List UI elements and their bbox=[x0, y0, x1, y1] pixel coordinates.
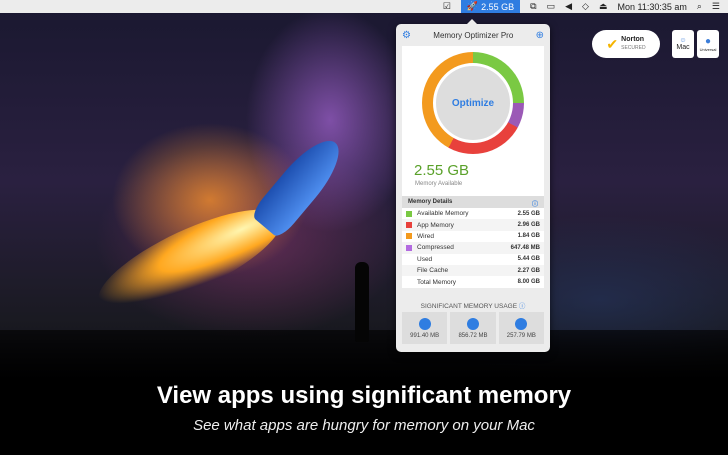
universal-label: Universal bbox=[699, 47, 717, 52]
caption-subtitle: See what apps are hungry for memory on y… bbox=[193, 417, 535, 434]
memory-detail-row: Compressed 647.48 MB bbox=[402, 242, 544, 254]
secured-label: SECURED bbox=[621, 45, 646, 51]
memory-detail-row: Used 5.44 GB bbox=[402, 254, 544, 265]
safari-icon bbox=[418, 317, 431, 330]
color-swatch bbox=[406, 233, 412, 240]
memory-detail-row: Wired 1.84 GB bbox=[402, 231, 544, 242]
windows-icon[interactable]: ⧉ bbox=[530, 1, 536, 12]
download-icon[interactable]: ⊕ bbox=[536, 30, 544, 41]
list-icon[interactable]: ☰ bbox=[712, 1, 720, 12]
finder-icon: ☺ bbox=[679, 37, 687, 44]
detail-value: 2.55 GB bbox=[517, 210, 540, 217]
panel-title: Memory Optimizer Pro bbox=[433, 30, 514, 40]
color-swatch bbox=[406, 222, 412, 229]
norton-badge: ✔ Norton SECURED bbox=[592, 30, 660, 58]
clock[interactable]: Mon 11:30:35 am bbox=[617, 2, 686, 12]
airplay-icon[interactable]: ▭ bbox=[547, 1, 556, 12]
color-swatch bbox=[406, 256, 412, 262]
detail-label: Used bbox=[417, 255, 433, 263]
detail-label: App Memory bbox=[417, 221, 454, 229]
person-silhouette bbox=[355, 262, 369, 342]
detail-value: 1.84 GB bbox=[517, 233, 540, 240]
caption-title: View apps using significant memory bbox=[156, 382, 572, 409]
detail-value: 2.27 GB bbox=[517, 267, 540, 274]
gear-icon[interactable]: ⚙ bbox=[402, 30, 411, 41]
optimize-button[interactable]: Optimize bbox=[433, 63, 513, 143]
check-icon: ✔ bbox=[606, 35, 619, 52]
detail-label: Total Memory bbox=[417, 278, 457, 286]
app-xcode[interactable]: 856.72 MB bbox=[450, 312, 496, 344]
info-icon[interactable]: ⓘ bbox=[519, 303, 526, 310]
rocket-illustration bbox=[249, 130, 351, 240]
info-icon[interactable]: ⓘ bbox=[532, 199, 538, 208]
preview-icon bbox=[515, 317, 528, 330]
memory-value: 2.55 GB bbox=[481, 1, 515, 12]
color-swatch bbox=[406, 244, 412, 251]
available-memory-label: Memory Available bbox=[415, 181, 463, 187]
memory-detail-row: Available Memory 2.55 GB bbox=[402, 208, 544, 219]
details-header-label: Memory Details bbox=[408, 199, 453, 205]
sig-header-label: SIGNIFICANT MEMORY USAGE bbox=[420, 303, 518, 310]
memory-optimizer-popover: ⚙ Memory Optimizer Pro ⊕ Optimize 2.55 G… bbox=[396, 19, 550, 352]
detail-value: 8.00 GB bbox=[517, 279, 540, 286]
available-memory-value: 2.55 GB bbox=[414, 162, 470, 179]
detail-label: Wired bbox=[417, 232, 434, 240]
universal-badge: ● Universal bbox=[697, 30, 719, 58]
memory-detail-row: App Memory 2.96 GB bbox=[402, 219, 544, 231]
rocket-icon: 🚀 bbox=[466, 1, 479, 11]
app-memory-value: 991.40 MB bbox=[410, 332, 440, 339]
mac-badge: ☺ Mac bbox=[672, 30, 694, 58]
menu-bar: ☑ 🚀 2.55 GB ⧉ ▭ ◀ ◇ ⏏ Mon 11:30:35 am ⌕ ☰ bbox=[0, 0, 728, 13]
volume-icon[interactable]: ◀ bbox=[565, 1, 572, 12]
universal-icon: ● bbox=[704, 36, 712, 47]
color-swatch bbox=[406, 279, 412, 285]
memory-details-list: Available Memory 2.55 GB App Memory 2.96 GB… bbox=[402, 208, 544, 288]
wifi-icon[interactable]: ◇ bbox=[582, 1, 589, 12]
color-swatch bbox=[406, 268, 412, 274]
detail-value: 647.48 MB bbox=[510, 244, 540, 251]
detail-label: Available Memory bbox=[417, 210, 469, 218]
xcode-icon bbox=[466, 317, 479, 330]
detail-label: File Cache bbox=[417, 267, 449, 275]
norton-label: Norton bbox=[621, 36, 645, 43]
optimize-label: Optimize bbox=[451, 97, 495, 109]
memory-summary: Optimize 2.55 GB Memory Available bbox=[402, 46, 544, 214]
detail-value: 2.96 GB bbox=[517, 222, 540, 229]
significant-apps: 991.40 MB 856.72 MB 257.79 MB bbox=[402, 312, 544, 344]
search-icon[interactable]: ⌕ bbox=[697, 1, 702, 12]
checkbox-icon[interactable]: ☑ bbox=[443, 1, 451, 12]
app-memory-value: 257.79 MB bbox=[506, 332, 536, 339]
eject-icon[interactable]: ⏏ bbox=[599, 1, 608, 12]
significant-usage-header: SIGNIFICANT MEMORY USAGE ⓘ bbox=[396, 300, 550, 310]
memory-detail-row: Total Memory 8.00 GB bbox=[402, 276, 544, 287]
color-swatch bbox=[406, 210, 412, 217]
app-safari[interactable]: 991.40 MB bbox=[402, 312, 448, 344]
memory-details-header: Memory Details ⓘ bbox=[402, 196, 544, 208]
memory-ring-gauge: Optimize bbox=[422, 52, 524, 154]
app-memory-value: 856.72 MB bbox=[458, 332, 488, 339]
detail-value: 5.44 GB bbox=[517, 256, 540, 263]
memory-menu-item[interactable]: 🚀 2.55 GB bbox=[460, 0, 521, 13]
detail-label: Compressed bbox=[417, 244, 454, 252]
mac-label: Mac bbox=[676, 44, 690, 51]
app-preview[interactable]: 257.79 MB bbox=[498, 312, 544, 344]
memory-detail-row: File Cache 2.27 GB bbox=[402, 264, 544, 277]
